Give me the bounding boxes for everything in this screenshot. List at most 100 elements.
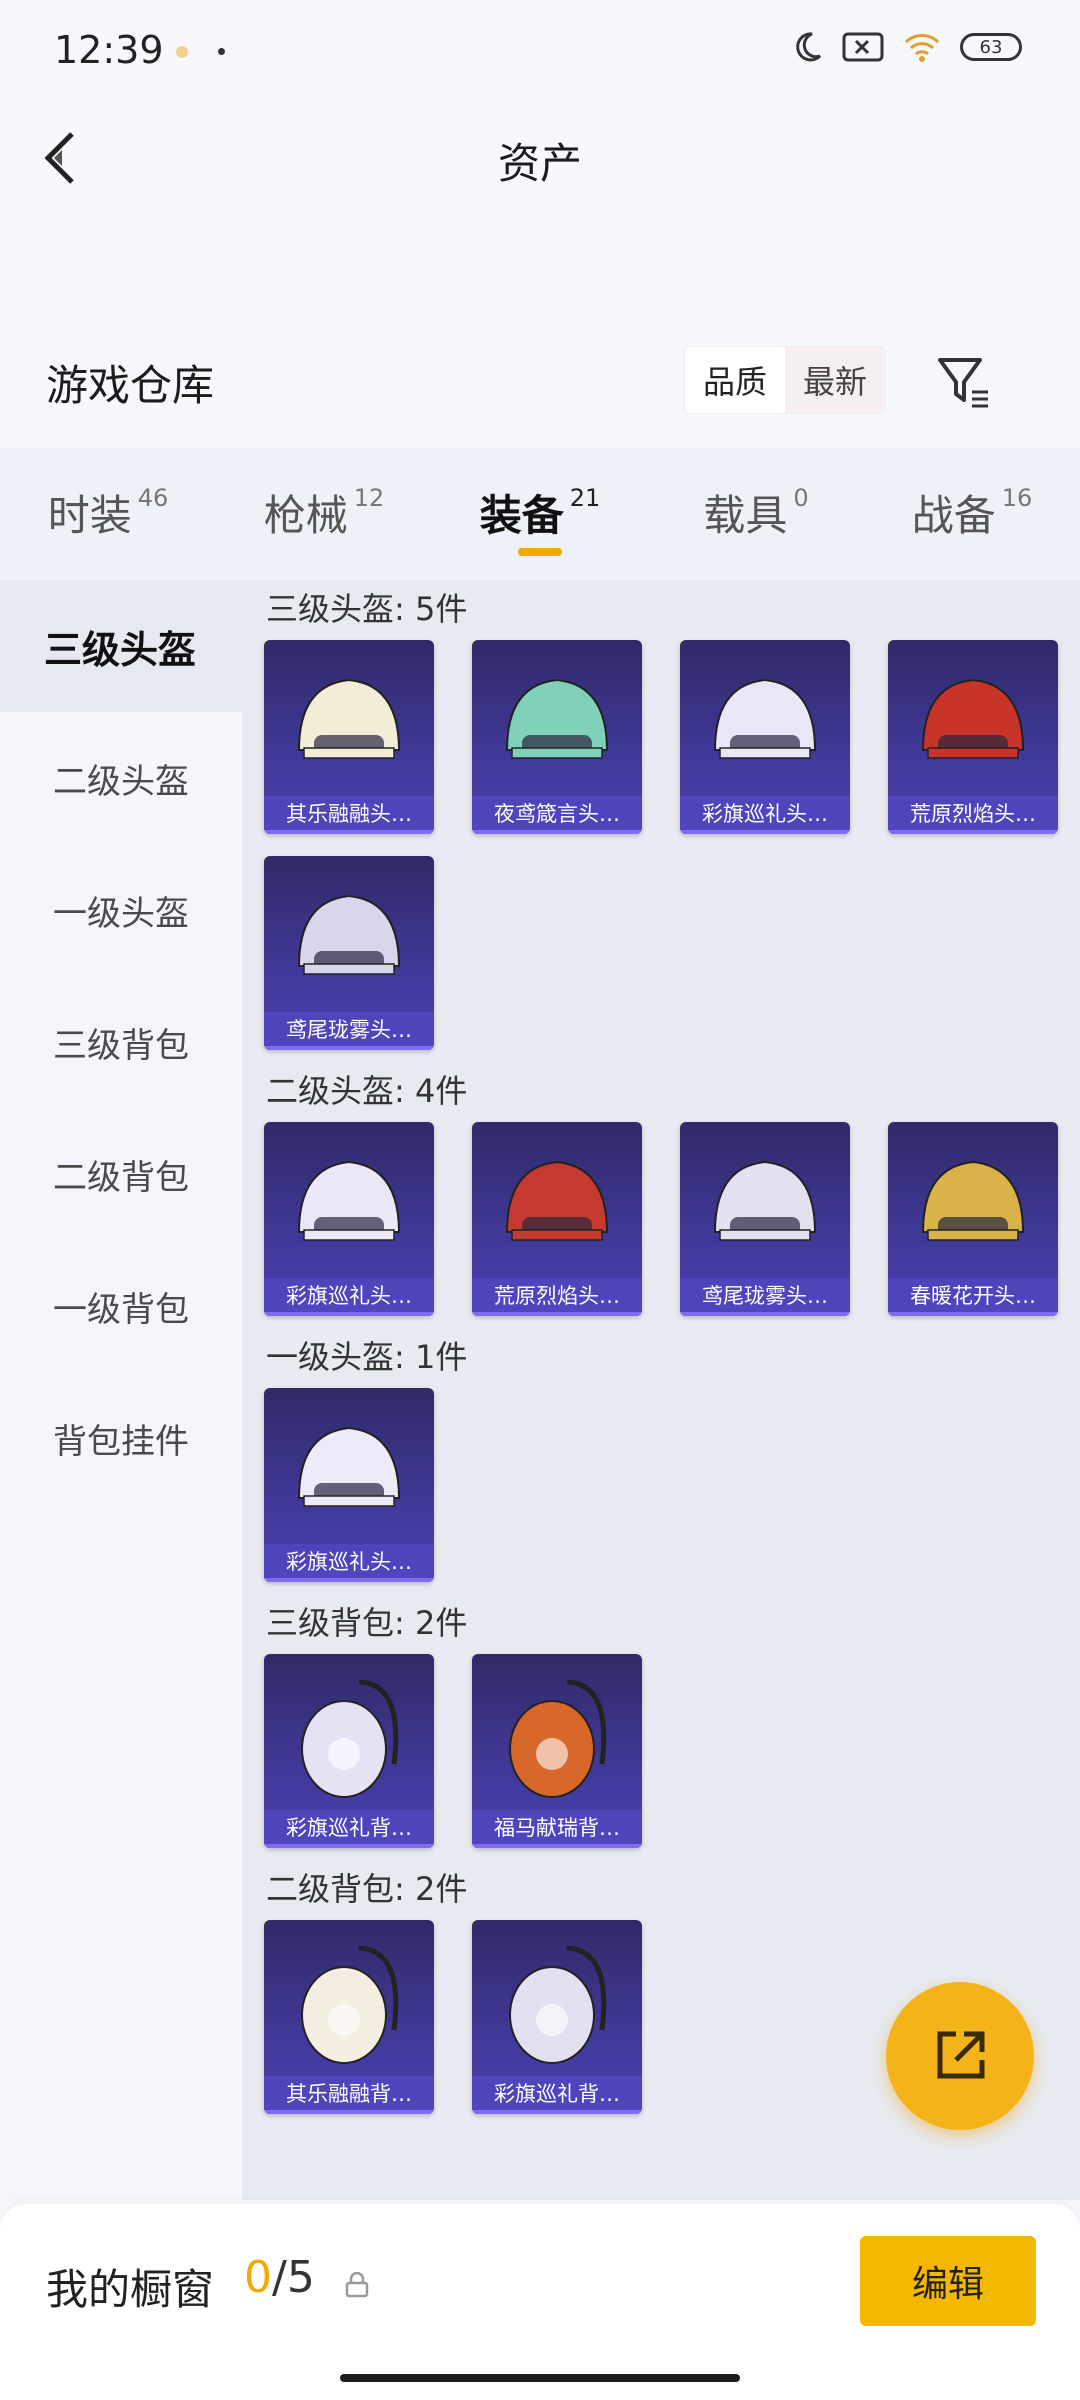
- tab-count: 21: [569, 484, 601, 512]
- backpack-icon: [509, 1945, 607, 2064]
- tab-gear[interactable]: 战备 16: [864, 448, 1080, 580]
- item-card[interactable]: 其乐融融头…: [264, 640, 434, 834]
- item-card[interactable]: 彩旗巡礼头…: [680, 640, 850, 834]
- item-card[interactable]: 其乐融融背…: [264, 1920, 434, 2114]
- sort-quality-button[interactable]: 品质: [685, 347, 785, 413]
- item-card[interactable]: 彩旗巡礼背…: [264, 1654, 434, 1848]
- sort-toggle: 品质 最新: [684, 346, 887, 414]
- tab-equipment[interactable]: 装备 21: [432, 448, 648, 580]
- showcase-count: 0/5: [244, 2252, 315, 2303]
- section-title: 二级背包: 2件: [266, 1870, 468, 1908]
- share-button[interactable]: [886, 1982, 1034, 2130]
- tab-label: 装备: [479, 491, 564, 540]
- helmet-icon: [297, 1160, 401, 1241]
- section-title: 二级头盔: 4件: [266, 1072, 468, 1110]
- battery-level: 63: [979, 36, 1003, 58]
- moon-icon: [796, 32, 822, 62]
- notification-dot: [176, 46, 188, 58]
- showcase-current: 0: [244, 2252, 272, 2303]
- bottom-bar: 我的橱窗 0/5 编辑: [0, 2204, 1080, 2400]
- item-card[interactable]: 夜鸢箴言头…: [472, 640, 642, 834]
- item-name: 鸢尾珑雾头…: [680, 1278, 850, 1316]
- tab-label: 时装: [47, 491, 132, 540]
- item-name: 荒原烈焰头…: [472, 1278, 642, 1316]
- sidebar-item-level2-helmet[interactable]: 二级头盔: [0, 712, 242, 844]
- sidebar-item-level2-backpack[interactable]: 二级背包: [0, 1108, 242, 1240]
- helmet-icon: [505, 678, 609, 759]
- helmet-icon: [921, 678, 1025, 759]
- home-indicator[interactable]: [340, 2374, 740, 2382]
- battery-icon: 63: [960, 33, 1022, 61]
- active-tab-indicator: [518, 548, 562, 556]
- item-name: 鸢尾珑雾头…: [264, 1012, 434, 1050]
- helmet-icon: [713, 1160, 817, 1241]
- helmet-icon: [505, 1160, 609, 1241]
- item-name: 彩旗巡礼头…: [680, 796, 850, 834]
- item-card[interactable]: 春暖花开头…: [888, 1122, 1058, 1316]
- status-icons: 63: [790, 30, 1022, 64]
- category-tabs: 时装 46 枪械 12 装备 21 载具 0 战备 16: [0, 448, 1080, 580]
- tab-label: 枪械: [263, 491, 348, 540]
- item-card[interactable]: 彩旗巡礼背…: [472, 1920, 642, 2114]
- sidebar-item-backpack-charm[interactable]: 背包挂件: [0, 1372, 242, 1504]
- tab-label: 载具: [703, 491, 788, 540]
- item-name: 其乐融融头…: [264, 796, 434, 834]
- sidebar-item-level1-helmet[interactable]: 一级头盔: [0, 844, 242, 976]
- backpack-icon: [509, 1679, 607, 1798]
- lock-icon: [345, 2272, 369, 2298]
- warehouse-title: 游戏仓库: [46, 361, 215, 410]
- item-card[interactable]: 彩旗巡礼头…: [264, 1388, 434, 1582]
- helmet-icon: [297, 1426, 401, 1507]
- tab-count: 12: [353, 484, 385, 512]
- item-card[interactable]: 荒原烈焰头…: [888, 640, 1058, 834]
- header: 资产: [0, 110, 1080, 200]
- item-grid: 彩旗巡礼头… 荒原烈焰头… 鸢尾珑雾头… 春暖花开头…: [242, 1122, 1080, 1316]
- item-card[interactable]: 鸢尾珑雾头…: [264, 856, 434, 1050]
- item-name: 彩旗巡礼头…: [264, 1544, 434, 1582]
- external-link-icon: [937, 2031, 985, 2079]
- item-card[interactable]: 鸢尾珑雾头…: [680, 1122, 850, 1316]
- tab-fashion[interactable]: 时装 46: [0, 448, 216, 580]
- item-card[interactable]: 彩旗巡礼头…: [264, 1122, 434, 1316]
- wifi-icon: [904, 34, 940, 62]
- sidebar-item-level1-backpack[interactable]: 一级背包: [0, 1240, 242, 1372]
- helmet-icon: [921, 1160, 1025, 1241]
- item-name: 彩旗巡礼背…: [264, 1810, 434, 1848]
- sidebar-item-level3-backpack[interactable]: 三级背包: [0, 976, 242, 1108]
- status-bar: 12:39 63: [0, 0, 1080, 100]
- item-name: 福马献瑞背…: [472, 1810, 642, 1848]
- item-card[interactable]: 福马献瑞背…: [472, 1654, 642, 1848]
- item-grid: 彩旗巡礼背… 福马献瑞背…: [242, 1654, 1080, 1848]
- item-grid: 其乐融融头… 夜鸢箴言头… 彩旗巡礼头… 荒原烈焰头… 鸢尾珑雾头…: [242, 640, 1080, 1050]
- tab-weapons[interactable]: 枪械 12: [216, 448, 432, 580]
- item-name: 夜鸢箴言头…: [472, 796, 642, 834]
- category-sidebar: 三级头盔 二级头盔 一级头盔 三级背包 二级背包 一级背包 背包挂件: [0, 580, 242, 2200]
- notification-dot-small: [218, 48, 225, 55]
- tab-vehicles[interactable]: 载具 0: [648, 448, 864, 580]
- item-name: 荒原烈焰头…: [888, 796, 1058, 834]
- tab-count: 46: [137, 484, 169, 512]
- section-title: 三级头盔: 5件: [266, 590, 468, 628]
- status-time: 12:39: [54, 28, 164, 72]
- showcase-total: /5: [272, 2252, 315, 2303]
- backpack-icon: [301, 1945, 399, 2064]
- sort-newest-button[interactable]: 最新: [785, 347, 886, 413]
- showcase-label: 我的橱窗: [46, 2265, 215, 2314]
- helmet-icon: [297, 894, 401, 975]
- item-name: 彩旗巡礼头…: [264, 1278, 434, 1316]
- section-title: 一级头盔: 1件: [266, 1338, 468, 1376]
- sidebar-item-level3-helmet[interactable]: 三级头盔: [0, 580, 242, 712]
- item-name: 其乐融融背…: [264, 2076, 434, 2114]
- helmet-icon: [713, 678, 817, 759]
- backpack-icon: [301, 1679, 399, 1798]
- item-list[interactable]: 三级头盔: 5件 其乐融融头… 夜鸢箴言头… 彩旗巡礼头… 荒原烈焰头… 鸢尾珑雾头… 二级…: [242, 580, 1080, 2200]
- filter-icon: [938, 358, 988, 408]
- helmet-icon: [297, 678, 401, 759]
- tab-label: 战备: [911, 491, 996, 540]
- tab-count: 16: [1001, 484, 1033, 512]
- no-sim-icon: [842, 32, 884, 62]
- item-grid: 彩旗巡礼头…: [242, 1388, 1080, 1582]
- edit-button[interactable]: 编辑: [860, 2236, 1036, 2326]
- filter-button[interactable]: [934, 352, 994, 412]
- item-card[interactable]: 荒原烈焰头…: [472, 1122, 642, 1316]
